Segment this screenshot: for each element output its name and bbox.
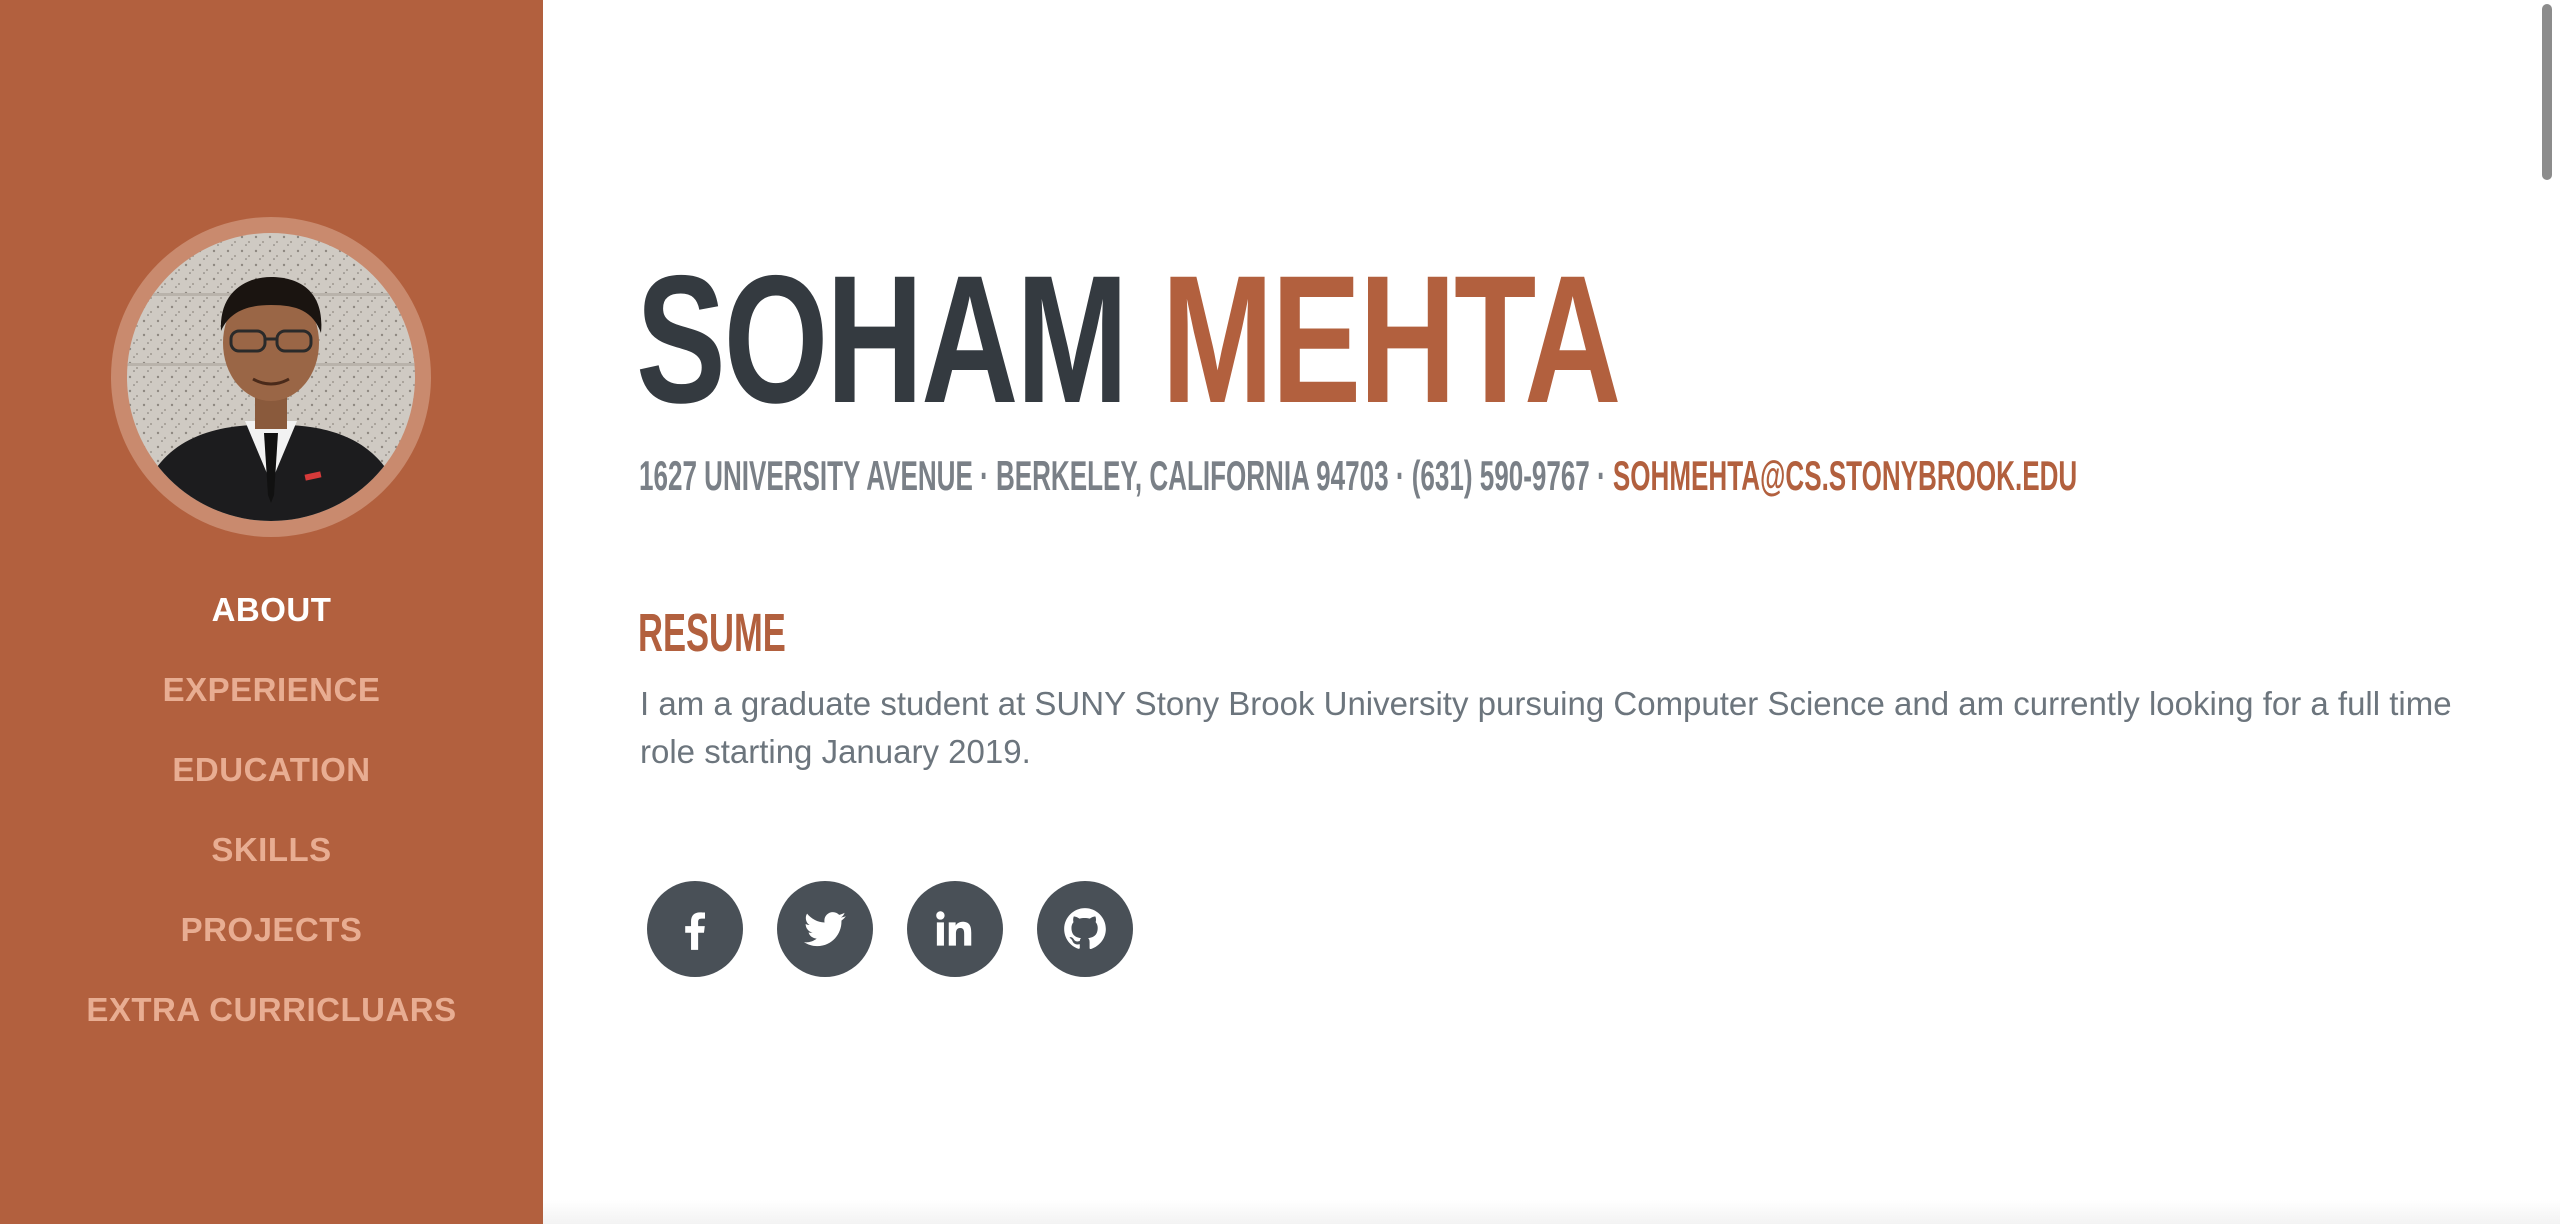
profile-photo-frame xyxy=(111,217,431,537)
first-name: SOHAM xyxy=(636,237,1128,441)
contact-info: 1627 UNIVERSITY AVENUE · BERKELEY, CALIF… xyxy=(639,452,2077,500)
nav-item-education[interactable]: EDUCATION xyxy=(0,744,543,824)
page-title: SOHAM MEHTA xyxy=(636,248,1621,430)
about-text: I am a graduate student at SUNY Stony Br… xyxy=(640,685,2452,770)
email-link[interactable]: SOHMEHTA@CS.STONYBROOK.EDU xyxy=(1613,452,2077,499)
linkedin-icon xyxy=(936,911,972,946)
nav-item-about[interactable]: ABOUT xyxy=(0,584,543,664)
twitter-icon xyxy=(803,912,846,947)
github-icon xyxy=(1064,908,1106,950)
nav-item-extra-curricular[interactable]: EXTRA CURRICLUARS xyxy=(0,984,543,1064)
nav-item-experience[interactable]: EXPERIENCE xyxy=(0,664,543,744)
twitter-button[interactable] xyxy=(777,881,873,977)
page-bottom-edge xyxy=(543,1200,2560,1224)
scrollbar[interactable] xyxy=(2536,0,2560,1224)
facebook-button[interactable] xyxy=(647,881,743,977)
github-button[interactable] xyxy=(1037,881,1133,977)
facebook-icon xyxy=(685,912,705,950)
linkedin-button[interactable] xyxy=(907,881,1003,977)
scrollbar-thumb[interactable] xyxy=(2542,4,2552,180)
sidebar-nav: ABOUT EXPERIENCE EDUCATION SKILLS PROJEC… xyxy=(0,584,543,1064)
section-heading: RESUME xyxy=(638,603,786,663)
nav-item-projects[interactable]: PROJECTS xyxy=(0,904,543,984)
nav-item-skills[interactable]: SKILLS xyxy=(0,824,543,904)
last-name: MEHTA xyxy=(1161,237,1621,441)
sidebar: ABOUT EXPERIENCE EDUCATION SKILLS PROJEC… xyxy=(0,0,543,1224)
social-icons xyxy=(647,881,1133,977)
profile-photo xyxy=(127,233,415,521)
address-text: 1627 UNIVERSITY AVENUE · BERKELEY, CALIF… xyxy=(639,452,1613,499)
main-content: SOHAM MEHTA 1627 UNIVERSITY AVENUE · BER… xyxy=(543,0,2543,1224)
